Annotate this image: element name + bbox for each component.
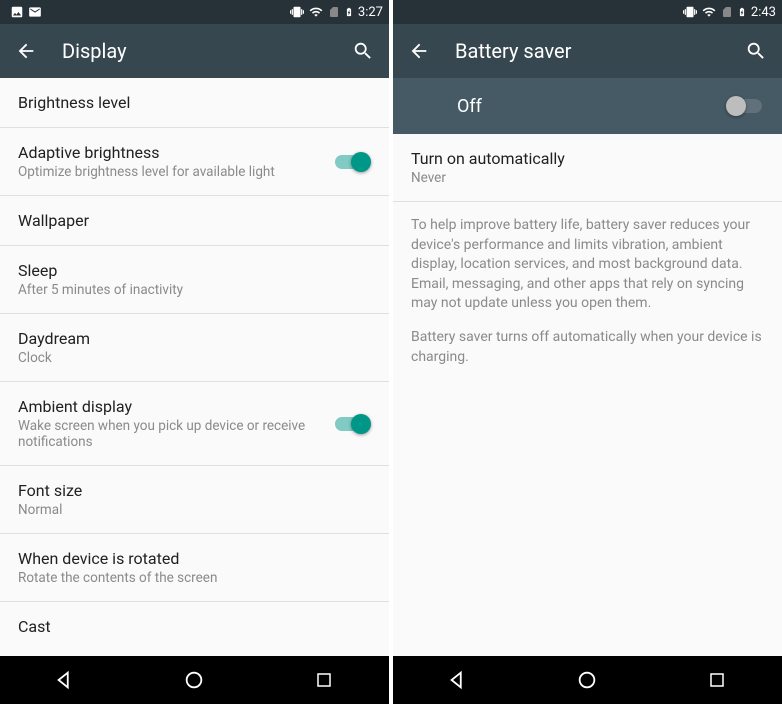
nav-recent-button[interactable] [687,656,747,704]
toolbar: Battery saver [393,24,782,78]
setting-subtitle: Never [411,170,764,186]
adaptive-brightness-toggle[interactable] [333,152,371,172]
no-sim-icon [328,5,340,19]
back-button[interactable] [407,39,431,63]
setting-turn-on-automatically[interactable]: Turn on automatically Never [393,134,782,202]
mail-icon [28,5,42,19]
setting-sleep[interactable]: Sleep After 5 minutes of inactivity [0,246,389,314]
setting-subtitle: Wake screen when you pick up device or r… [18,418,333,450]
setting-daydream[interactable]: Daydream Clock [0,314,389,382]
no-sim-icon [721,5,733,19]
setting-font-size[interactable]: Font size Normal [0,466,389,534]
search-button[interactable] [744,39,768,63]
setting-title: Sleep [18,261,371,280]
setting-subtitle: Optimize brightness level for available … [18,164,333,180]
picture-icon [10,5,24,19]
wifi-icon [308,5,324,19]
setting-title: Cast [18,617,371,636]
setting-title: When device is rotated [18,549,371,568]
nav-back-button[interactable] [428,656,488,704]
back-button[interactable] [14,39,38,63]
info-text-1: To help improve battery life, battery sa… [393,202,782,328]
setting-cast[interactable]: Cast [0,602,389,651]
nav-home-button[interactable] [164,656,224,704]
nav-bar [393,656,782,704]
setting-title: Wallpaper [18,211,371,230]
master-switch-label: Off [457,96,726,117]
setting-ambient-display[interactable]: Ambient display Wake screen when you pic… [0,382,389,466]
search-button[interactable] [351,39,375,63]
master-switch-bar[interactable]: Off [393,78,782,134]
nav-recent-button[interactable] [294,656,354,704]
setting-title: Daydream [18,329,371,348]
status-time: 2:43 [751,5,776,20]
wifi-icon [701,5,717,19]
toolbar: Display [0,24,389,78]
status-time: 3:27 [358,5,383,20]
status-bar: 3:27 [0,0,389,24]
settings-list: Turn on automatically Never To help impr… [393,134,782,656]
setting-subtitle: After 5 minutes of inactivity [18,282,371,298]
vibrate-icon [290,5,304,19]
nav-bar [0,656,389,704]
setting-brightness-level[interactable]: Brightness level [0,78,389,128]
phone-display-settings: 3:27 Display Brightness level Adaptive b… [0,0,389,704]
info-text-2: Battery saver turns off automatically wh… [393,328,782,381]
setting-title: Brightness level [18,93,371,112]
settings-list: Brightness level Adaptive brightness Opt… [0,78,389,656]
setting-wallpaper[interactable]: Wallpaper [0,196,389,246]
battery-saver-toggle[interactable] [726,96,764,116]
battery-charging-icon [737,5,747,19]
setting-subtitle: Clock [18,350,371,366]
setting-subtitle: Normal [18,502,371,518]
setting-title: Turn on automatically [411,149,764,168]
vibrate-icon [683,5,697,19]
phone-battery-saver: 2:43 Battery saver Off Turn on automatic… [393,0,782,704]
toolbar-title: Display [62,39,327,63]
battery-charging-icon [344,5,354,19]
setting-subtitle: Rotate the contents of the screen [18,570,371,586]
setting-title: Ambient display [18,397,333,416]
toolbar-title: Battery saver [455,39,720,63]
nav-back-button[interactable] [35,656,95,704]
setting-title: Adaptive brightness [18,143,333,162]
ambient-display-toggle[interactable] [333,414,371,434]
setting-adaptive-brightness[interactable]: Adaptive brightness Optimize brightness … [0,128,389,196]
nav-home-button[interactable] [557,656,617,704]
status-bar: 2:43 [393,0,782,24]
setting-title: Font size [18,481,371,500]
setting-rotation[interactable]: When device is rotated Rotate the conten… [0,534,389,602]
